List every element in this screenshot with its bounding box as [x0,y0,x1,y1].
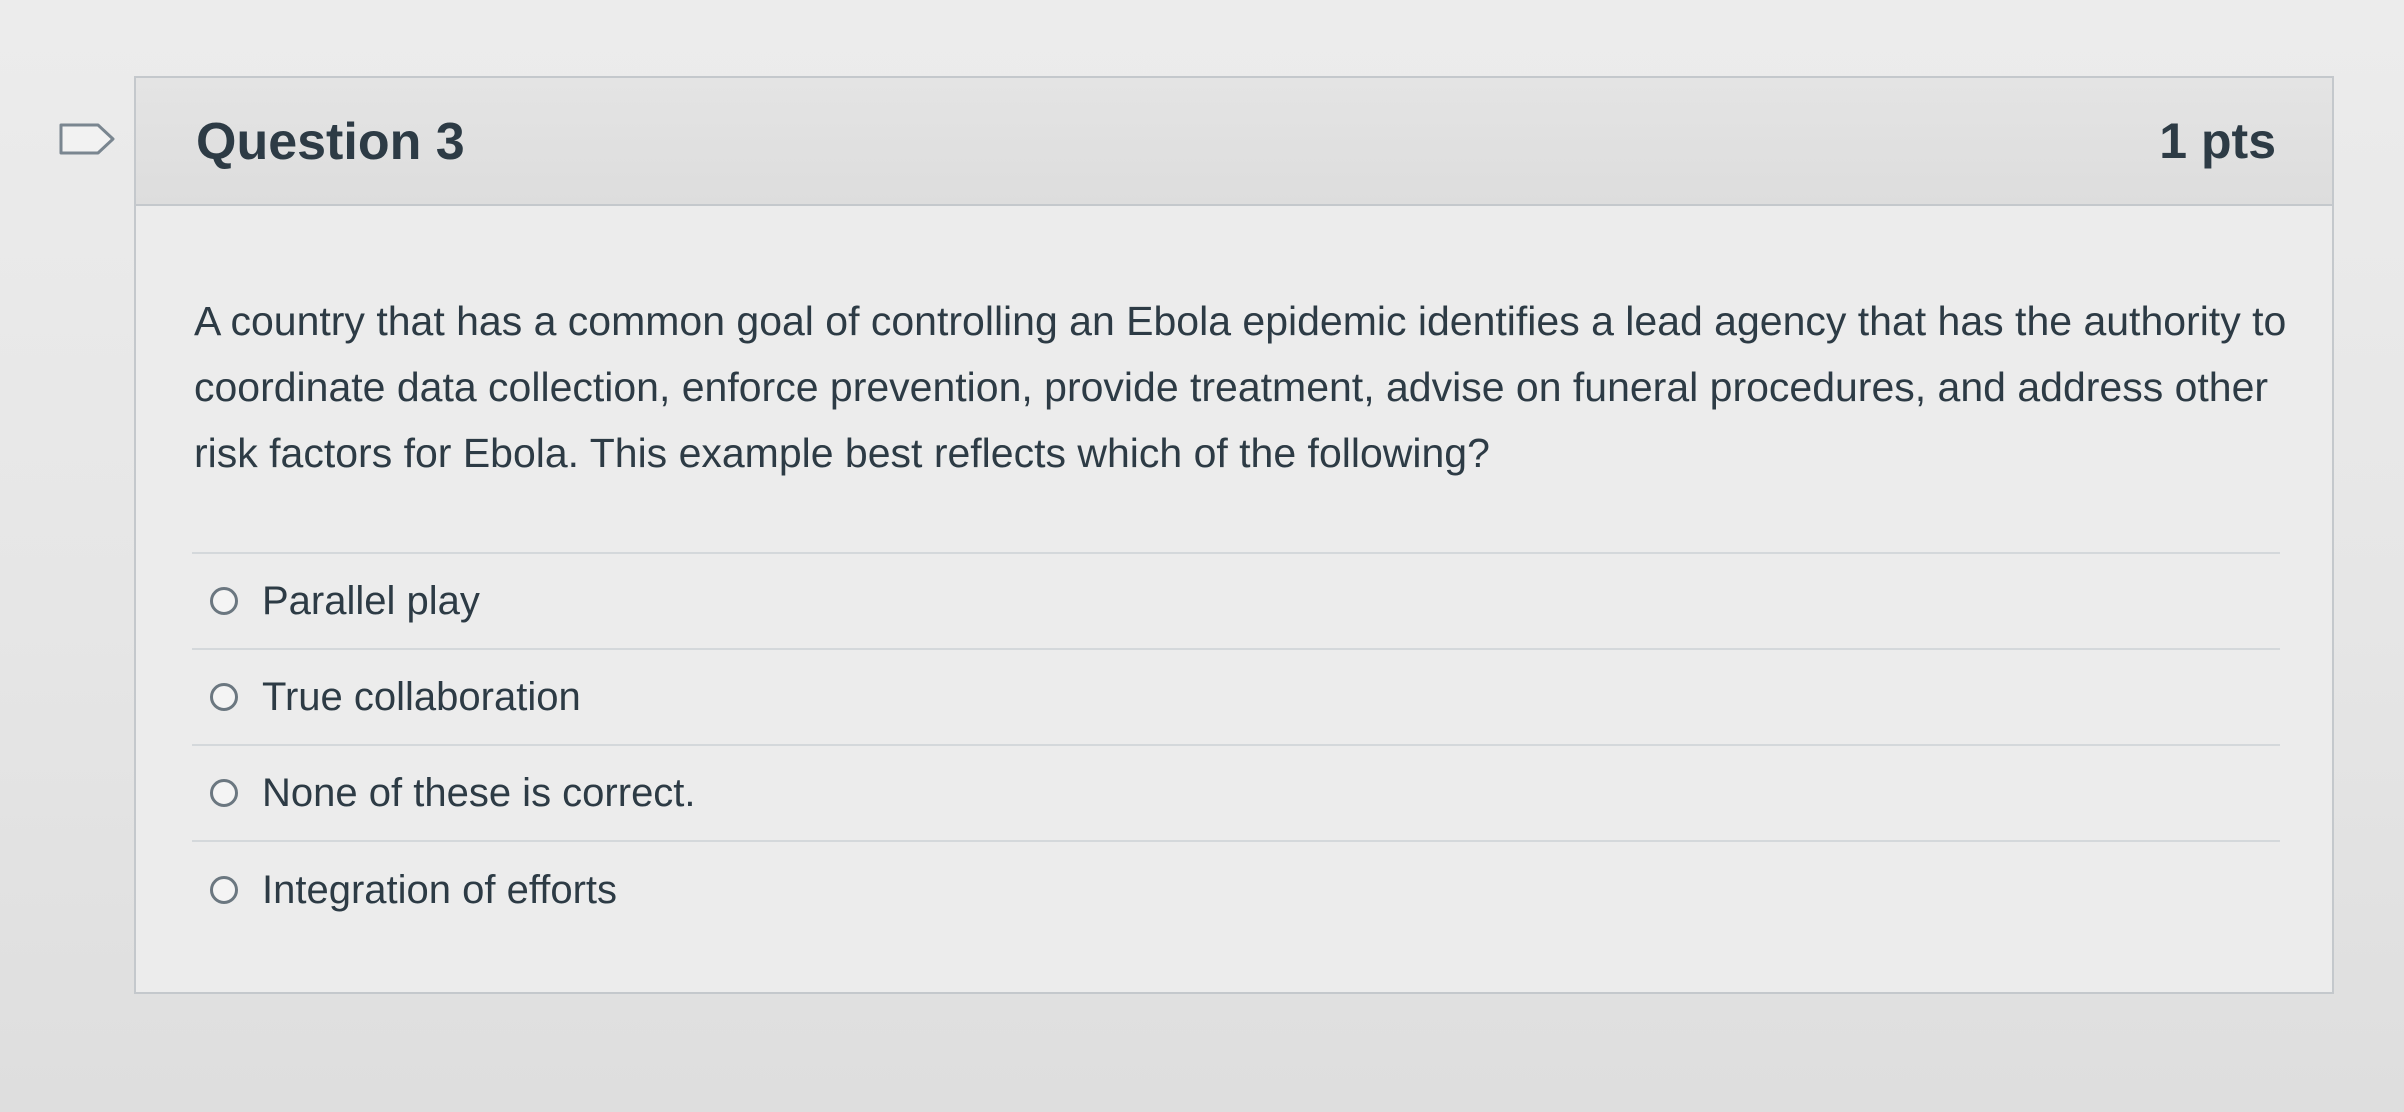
question-card: Question 3 1 pts A country that has a co… [134,76,2334,994]
radio-button[interactable] [210,779,238,807]
radio-button[interactable] [210,683,238,711]
question-points: 1 pts [2159,113,2276,169]
answer-label[interactable]: True collaboration [262,675,581,720]
question-text: A country that has a common goal of cont… [194,298,2287,476]
answer-option[interactable]: True collaboration [192,650,2280,746]
answer-option[interactable]: None of these is correct. [192,746,2280,842]
answer-option[interactable]: Integration of efforts [192,842,2280,938]
answer-label[interactable]: None of these is correct. [262,771,696,816]
radio-button[interactable] [210,876,238,904]
answer-option[interactable]: Parallel play [192,554,2280,650]
question-title: Question 3 [196,113,465,171]
answer-label[interactable]: Integration of efforts [262,868,617,913]
radio-button[interactable] [210,587,238,615]
answer-label[interactable]: Parallel play [262,579,480,624]
question-header: Question 3 1 pts [136,78,2332,206]
answer-list: Parallel play True collaboration None of… [192,552,2280,938]
flag-question-icon[interactable] [58,122,116,156]
